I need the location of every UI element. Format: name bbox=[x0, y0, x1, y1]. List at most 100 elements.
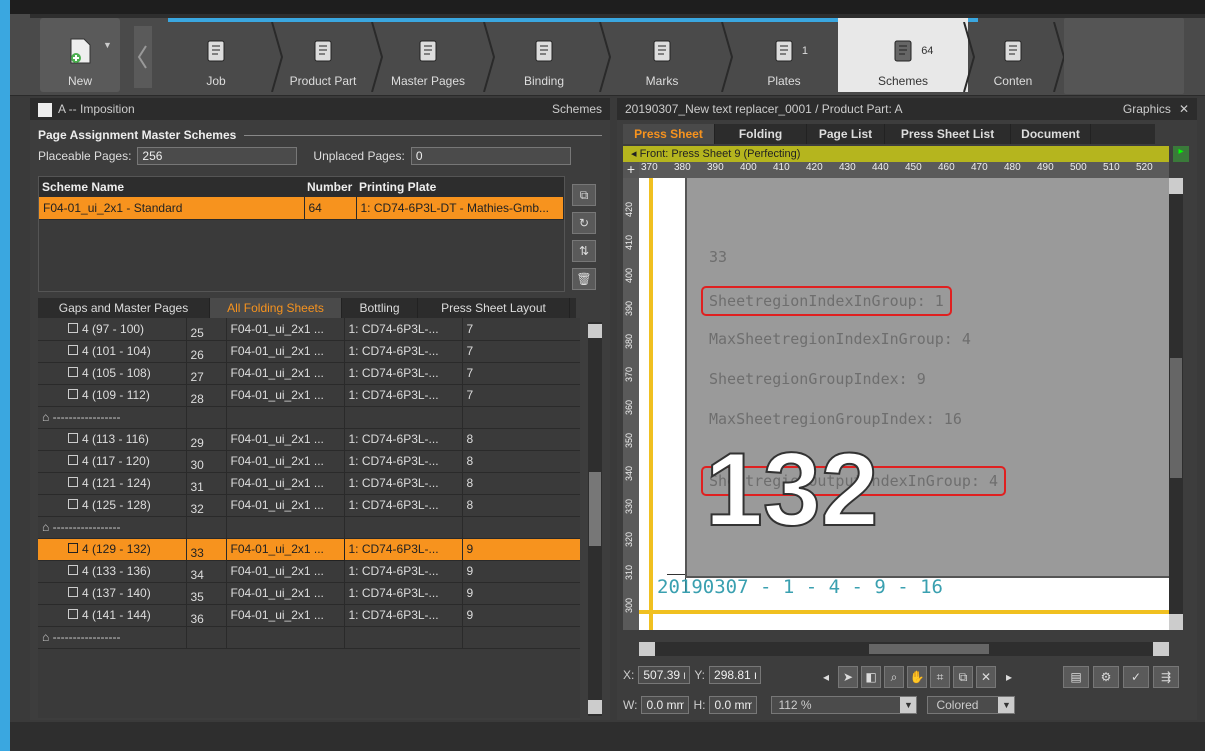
export-icon[interactable]: ⇶ bbox=[1153, 666, 1179, 688]
zoom-select[interactable]: 112 % ▼ bbox=[771, 696, 918, 714]
scroll-up-arrow-icon[interactable] bbox=[588, 324, 602, 338]
check-icon[interactable]: ✓ bbox=[1123, 666, 1149, 688]
settings-icon[interactable]: ⚙ bbox=[1093, 666, 1119, 688]
sheet-canvas[interactable]: 33 SheetregionIndexInGroup: 1 MaxSheetregi… bbox=[639, 178, 1169, 630]
w-field[interactable] bbox=[641, 696, 690, 714]
tab-press-sheet[interactable]: Press Sheet bbox=[623, 124, 715, 144]
canvas-scroll-left-icon[interactable] bbox=[639, 642, 655, 656]
y-field[interactable] bbox=[709, 666, 762, 684]
tab-press-sheet-list[interactable]: Press Sheet List bbox=[885, 124, 1011, 144]
hand-tool-icon[interactable]: ✋ bbox=[907, 666, 927, 688]
table-row[interactable]: 4 (141 - 144) 36 F04-01_ui_2x1 ... 1: CD74-… bbox=[38, 604, 580, 627]
color-mode-select[interactable]: Colored ▼ bbox=[927, 696, 1016, 714]
step-conten[interactable]: Conten bbox=[968, 18, 1058, 92]
scroll-down-arrow-icon[interactable] bbox=[588, 700, 602, 714]
next-sheet-icon[interactable]: ▸ bbox=[1173, 146, 1189, 162]
table-row[interactable]: 4 (137 - 140) 35 F04-01_ui_2x1 ... 1: CD74-… bbox=[38, 582, 580, 605]
group-row[interactable]: ⌂ ----------------- bbox=[38, 626, 580, 649]
step-binding[interactable]: Binding bbox=[484, 18, 604, 92]
checkbox[interactable] bbox=[68, 543, 78, 553]
checkbox[interactable] bbox=[68, 587, 78, 597]
table-row[interactable]: 4 (121 - 124) 31 F04-01_ui_2x1 ... 1: CD74-… bbox=[38, 472, 580, 495]
checkbox[interactable] bbox=[68, 345, 78, 355]
table-row[interactable]: 4 (97 - 100) 25 F04-01_ui_2x1 ... 1: CD74-6… bbox=[38, 318, 580, 341]
placeable-pages-field[interactable] bbox=[137, 147, 298, 165]
canvas-scroll-right-icon[interactable] bbox=[1153, 642, 1169, 656]
ruler-origin-icon[interactable]: + bbox=[623, 162, 639, 178]
tab-press-sheet-layout[interactable]: Press Sheet Layout bbox=[418, 298, 570, 318]
scrollbar-thumb[interactable] bbox=[589, 472, 601, 546]
prev-sheet-icon[interactable]: ◂ bbox=[631, 148, 640, 160]
group-row[interactable]: ⌂ ----------------- bbox=[38, 516, 580, 539]
checkbox[interactable] bbox=[68, 367, 78, 377]
checkbox[interactable] bbox=[68, 609, 78, 619]
checkbox[interactable] bbox=[68, 477, 78, 487]
preview-scheme-icon[interactable]: ⧉ bbox=[572, 184, 596, 206]
canvas-vertical-scrollbar[interactable] bbox=[1169, 178, 1183, 630]
h-field[interactable] bbox=[709, 696, 758, 714]
trash-icon[interactable]: 🗑 bbox=[572, 268, 596, 290]
folder-icon[interactable]: ⌂ bbox=[42, 410, 49, 424]
tab-all-folding-sheets[interactable]: All Folding Sheets bbox=[210, 298, 342, 318]
table-row[interactable]: 4 (117 - 120) 30 F04-01_ui_2x1 ... 1: CD74-… bbox=[38, 450, 580, 473]
dropdown-arrow-icon[interactable]: ▼ bbox=[103, 40, 112, 50]
select-tool-icon[interactable]: ◧ bbox=[861, 666, 881, 688]
canvas-scroll-thumb[interactable] bbox=[1170, 358, 1182, 478]
step-plates[interactable]: Plates 1 bbox=[720, 18, 848, 92]
scroll-left-button[interactable] bbox=[134, 26, 152, 88]
assign-icon[interactable]: ⇅ bbox=[572, 240, 596, 262]
checkbox[interactable] bbox=[68, 433, 78, 443]
tools-prev-icon[interactable]: ◂ bbox=[817, 666, 835, 688]
unplaced-pages-field[interactable] bbox=[410, 147, 571, 165]
tab-page-list[interactable]: Page List bbox=[807, 124, 885, 144]
checkbox[interactable] bbox=[68, 389, 78, 399]
table-row[interactable]: 4 (125 - 128) 32 F04-01_ui_2x1 ... 1: CD74-… bbox=[38, 494, 580, 517]
tab-document[interactable]: Document bbox=[1011, 124, 1091, 144]
pointer-tool-icon[interactable]: ➤ bbox=[838, 666, 858, 688]
copy-tool-icon[interactable]: ⧉ bbox=[953, 666, 973, 688]
step-master-pages[interactable]: Master Pages bbox=[368, 18, 488, 92]
table-row[interactable]: 4 (101 - 104) 26 F04-01_ui_2x1 ... 1: CD74-… bbox=[38, 340, 580, 363]
view-icon[interactable]: ▤ bbox=[1063, 666, 1089, 688]
table-row[interactable]: 4 (129 - 132) 33 F04-01_ui_2x1 ... 1: CD74-… bbox=[38, 537, 580, 561]
canvas-hscroll-thumb[interactable] bbox=[869, 644, 989, 654]
tab-bottling[interactable]: Bottling bbox=[342, 298, 418, 318]
table-row[interactable]: 4 (105 - 108) 27 F04-01_ui_2x1 ... 1: CD74-… bbox=[38, 362, 580, 385]
new-button[interactable]: New bbox=[40, 18, 120, 92]
tools-next-icon[interactable]: ▸ bbox=[999, 666, 1019, 688]
replace-scheme-icon[interactable]: ↻ bbox=[572, 212, 596, 234]
checkbox[interactable] bbox=[68, 499, 78, 509]
checkbox[interactable] bbox=[68, 455, 78, 465]
folder-icon[interactable]: ⌂ bbox=[42, 630, 49, 644]
folder-icon[interactable]: ⌂ bbox=[42, 520, 49, 534]
canvas-horizontal-scrollbar[interactable] bbox=[639, 642, 1169, 656]
scheme-row[interactable]: F04-01_ui_2x1 - Standard 64 1: CD74-6P3L… bbox=[39, 197, 564, 220]
checkbox[interactable] bbox=[68, 322, 78, 333]
x-field[interactable] bbox=[638, 666, 691, 684]
table-row[interactable]: 4 (133 - 136) 34 F04-01_ui_2x1 ... 1: CD74-… bbox=[38, 560, 580, 583]
color-mode-dropdown-icon[interactable]: ▼ bbox=[998, 697, 1015, 713]
press-sheet-step[interactable] bbox=[1064, 18, 1184, 94]
step-marks[interactable]: Marks bbox=[598, 18, 726, 92]
step-product-part[interactable]: Product Part bbox=[270, 18, 376, 92]
tab-gaps-and-master-pages[interactable]: Gaps and Master Pages bbox=[38, 298, 210, 318]
col-printing-plate[interactable]: Printing Plate bbox=[356, 177, 564, 197]
delete-tool-icon[interactable]: ✕ bbox=[976, 666, 996, 688]
checkbox[interactable] bbox=[68, 565, 78, 575]
group-row[interactable]: ⌂ ----------------- bbox=[38, 406, 580, 429]
zoom-dropdown-icon[interactable]: ▼ bbox=[900, 697, 917, 713]
crop-tool-icon[interactable]: ⌗ bbox=[930, 666, 950, 688]
sheet-selector-bar[interactable]: ◂ Front: Press Sheet 9 (Perfecting) bbox=[623, 146, 1169, 162]
canvas-scroll-down-icon[interactable] bbox=[1169, 614, 1183, 630]
col-scheme-name[interactable]: Scheme Name bbox=[39, 177, 304, 197]
lock-icon[interactable] bbox=[38, 103, 52, 117]
step-job[interactable]: Job bbox=[156, 18, 276, 92]
table-row[interactable]: 4 (109 - 112) 28 F04-01_ui_2x1 ... 1: CD74-… bbox=[38, 384, 580, 407]
zoom-tool-icon[interactable]: ⌕ bbox=[884, 666, 904, 688]
tab-folding-sheet[interactable]: Folding Sheet bbox=[715, 124, 807, 161]
col-number[interactable]: Number bbox=[304, 177, 356, 197]
canvas-scroll-up-icon[interactable] bbox=[1169, 178, 1183, 194]
step-schemes[interactable]: Schemes 64 bbox=[838, 18, 968, 92]
table-row[interactable]: 4 (113 - 116) 29 F04-01_ui_2x1 ... 1: CD74-… bbox=[38, 428, 580, 451]
vertical-scrollbar[interactable] bbox=[588, 322, 602, 716]
